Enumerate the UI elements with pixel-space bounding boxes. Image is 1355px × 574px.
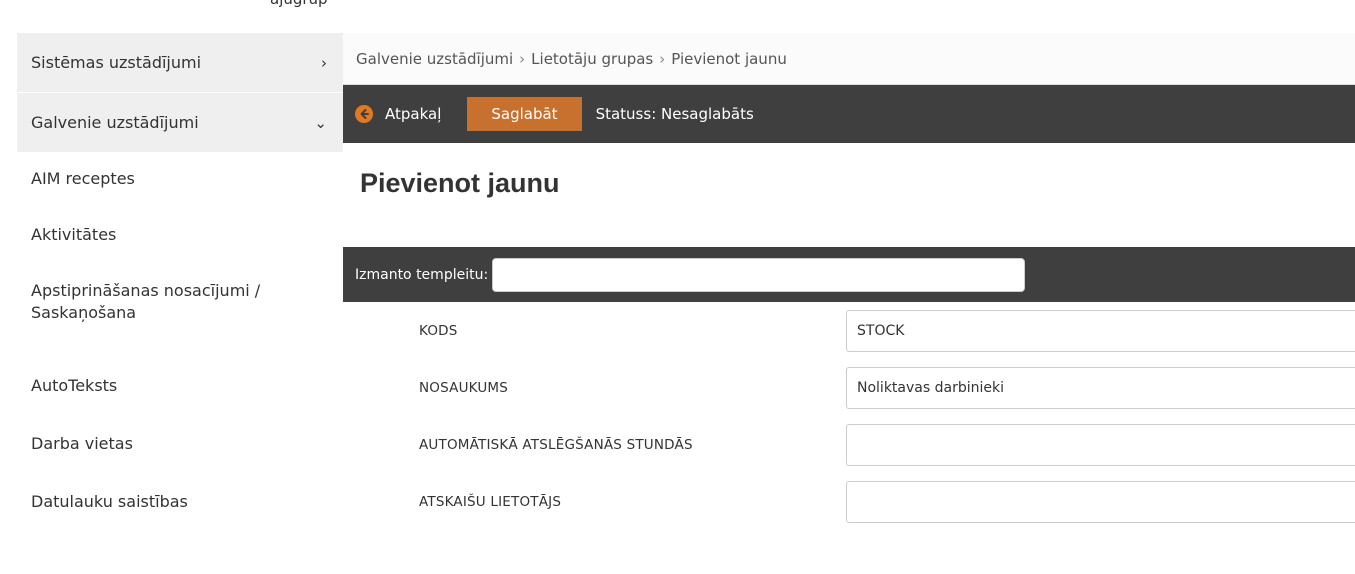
save-button[interactable]: Saglabāt: [467, 97, 582, 131]
field-label: AUTOMĀTISKĀ ATSLĒGŠANĀS STUNDĀS: [419, 436, 693, 453]
back-button[interactable]: Atpakaļ: [385, 105, 441, 123]
form-row-kods: KODS STOCK: [343, 302, 1355, 359]
sidebar-item-aktivitates[interactable]: Aktivitātes: [17, 224, 343, 275]
form-row-nosaukums: NOSAUKUMS Noliktavas darbinieki: [343, 359, 1355, 416]
sidebar-section-system-settings[interactable]: Sistēmas uzstādījumi ›: [17, 33, 343, 93]
sidebar-item-darba-vietas[interactable]: Darba vietas: [17, 433, 343, 491]
auto-logout-hours-field[interactable]: [846, 423, 1355, 466]
chevron-right-icon: ›: [321, 53, 327, 72]
sidebar-item-label: AIM receptes: [31, 169, 135, 188]
form-row-auto-logout: AUTOMĀTISKĀ ATSLĒGŠANĀS STUNDĀS: [343, 416, 1355, 473]
sidebar: Sistēmas uzstādījumi › Galvenie uzstādīj…: [17, 33, 343, 574]
sidebar-item-datulauku-saistibas[interactable]: Datulauku saistības: [17, 491, 343, 531]
chevron-down-icon: ⌄: [314, 113, 327, 132]
main-content: Galvenie uzstādījumi › Lietotāju grupas …: [343, 33, 1355, 574]
sidebar-section-main-settings[interactable]: Galvenie uzstādījumi ⌄: [17, 93, 343, 153]
sidebar-item-label: AutoTeksts: [31, 376, 118, 395]
template-input[interactable]: [492, 257, 1026, 292]
breadcrumb-item-current: Pievienot jaunu: [671, 49, 787, 68]
breadcrumb-item-user-groups[interactable]: Lietotāju grupas: [531, 50, 653, 68]
template-label: Izmanto templeitu:: [355, 266, 489, 283]
breadcrumb-item-main-settings[interactable]: Galvenie uzstādījumi: [356, 50, 513, 68]
sidebar-item-aim-receptes[interactable]: AIM receptes: [17, 168, 343, 224]
sidebar-item-apstiprinasanas[interactable]: Apstiprināšanas nosacījumi / Saskaņošana: [17, 275, 343, 375]
sidebar-item-label: Datulauku saistības: [31, 492, 188, 511]
top-partial-heading: ājugrup: [0, 0, 1355, 17]
arrow-left-icon[interactable]: [355, 105, 373, 123]
breadcrumb-separator: ›: [519, 49, 526, 68]
sidebar-section-label: Sistēmas uzstādījumi: [31, 53, 202, 72]
breadcrumb: Galvenie uzstādījumi › Lietotāju grupas …: [343, 33, 1355, 85]
sidebar-item-autoteksts[interactable]: AutoTeksts: [17, 375, 343, 433]
toolbar: Atpakaļ Saglabāt Statuss: Nesaglabāts: [343, 85, 1355, 143]
report-user-field[interactable]: [846, 480, 1355, 523]
sidebar-item-label: Apstiprināšanas nosacījumi / Saskaņošana: [31, 281, 261, 322]
field-label: KODS: [419, 322, 458, 339]
field-label: ATSKAIŠU LIETOTĀJS: [419, 493, 562, 510]
nosaukums-field[interactable]: Noliktavas darbinieki: [846, 366, 1355, 409]
form: KODS STOCK NOSAUKUMS Noliktavas darbinie…: [343, 302, 1355, 530]
top-partial-text: ājugrup: [270, 0, 328, 8]
sidebar-item-label: Aktivitātes: [31, 225, 117, 244]
breadcrumb-separator: ›: [659, 49, 666, 68]
kods-field[interactable]: STOCK: [846, 309, 1355, 352]
status-text: Statuss: Nesaglabāts: [595, 105, 754, 123]
form-row-report-user: ATSKAIŠU LIETOTĀJS: [343, 473, 1355, 530]
sidebar-item-label: Darba vietas: [31, 434, 133, 453]
page-title: Pievienot jaunu: [360, 168, 560, 198]
sidebar-section-label: Galvenie uzstādījumi: [31, 113, 199, 132]
field-label: NOSAUKUMS: [419, 379, 509, 396]
template-bar: Izmanto templeitu:: [343, 247, 1355, 302]
